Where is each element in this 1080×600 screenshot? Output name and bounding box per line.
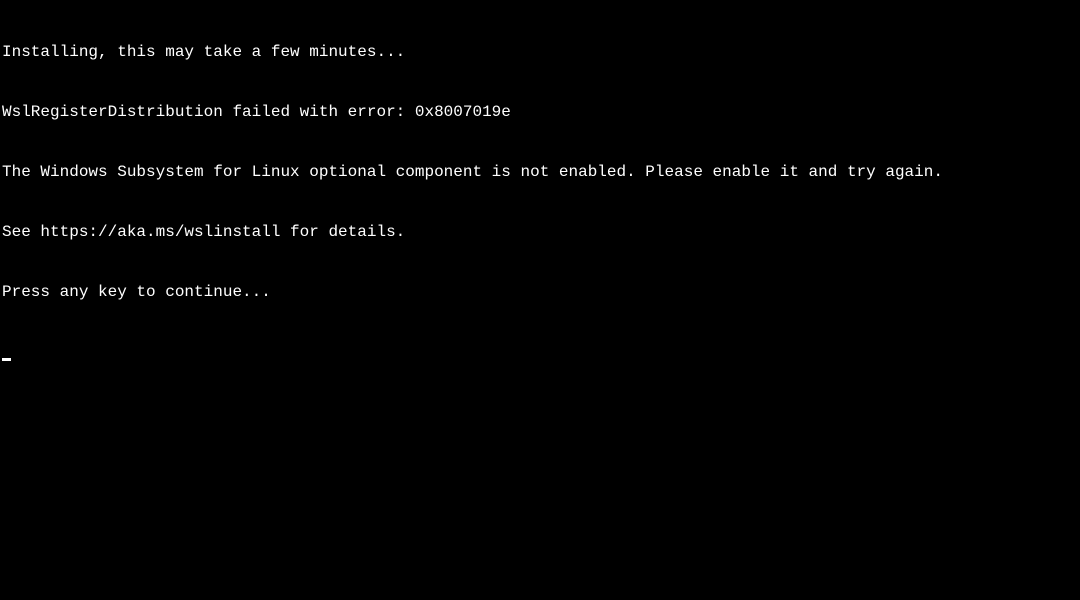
cursor-icon [2, 358, 11, 361]
terminal-line: Press any key to continue... [2, 282, 1078, 302]
terminal-cursor-line [2, 342, 1078, 362]
terminal-line: WslRegisterDistribution failed with erro… [2, 102, 1078, 122]
terminal-line: See https://aka.ms/wslinstall for detail… [2, 222, 1078, 242]
terminal-output[interactable]: Installing, this may take a few minutes.… [0, 0, 1080, 600]
terminal-line: Installing, this may take a few minutes.… [2, 42, 1078, 62]
terminal-line: The Windows Subsystem for Linux optional… [2, 162, 1078, 182]
